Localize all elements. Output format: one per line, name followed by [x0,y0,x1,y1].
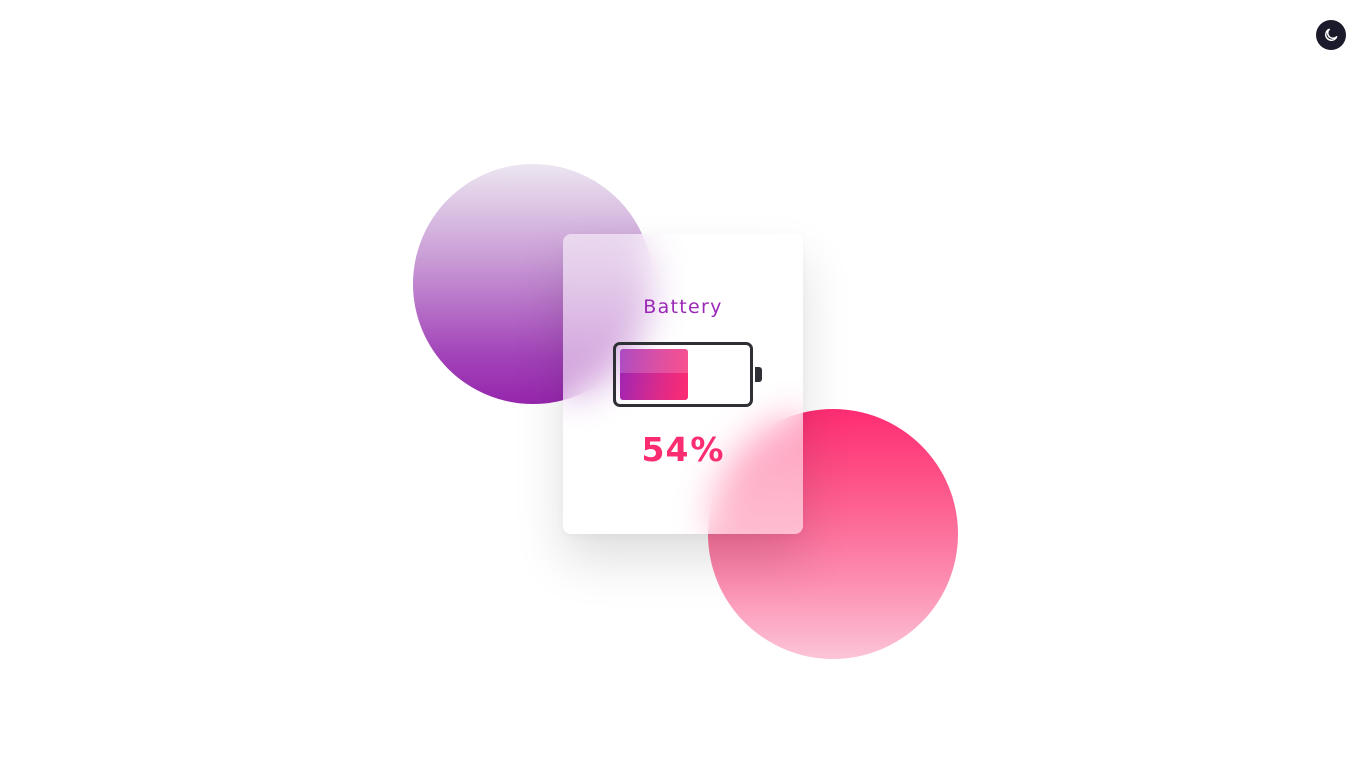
battery-terminal [755,367,762,382]
moon-icon [1323,27,1339,43]
battery-icon [613,342,753,407]
theme-toggle-button[interactable] [1316,20,1346,50]
battery-title: Battery [643,296,723,318]
percent-sign: % [690,430,725,469]
battery-card: Battery 54% [563,234,803,534]
battery-percentage-value: 54 [641,430,690,469]
battery-level-fill [620,349,688,400]
battery-page: Battery 54% [0,0,1366,768]
battery-percentage: 54% [563,430,803,469]
